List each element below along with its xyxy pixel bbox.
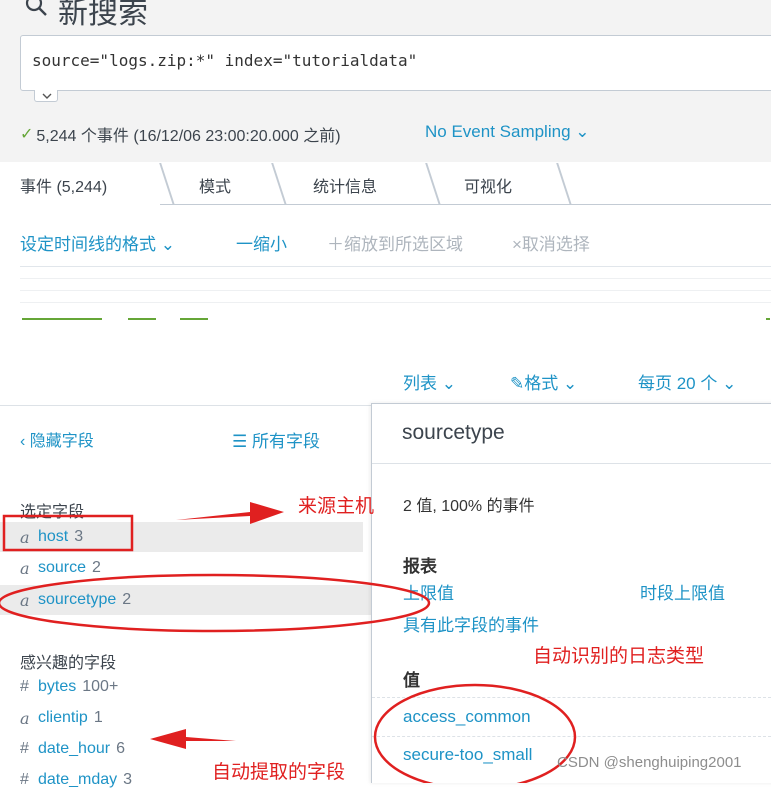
annotation-ellipse (0, 573, 431, 633)
watermark: CSDN @shenghuiping2001 (557, 754, 742, 771)
annotation-source-host: 来源主机 (298, 496, 375, 517)
annotation-log-type: 自动识别的日志类型 (533, 646, 705, 667)
annotation-ellipse (373, 683, 577, 783)
annotation-arrow (150, 729, 236, 749)
annotation-auto-extracted: 自动提取的字段 (212, 762, 346, 783)
annotation-box (2, 514, 134, 552)
annotation-arrow (176, 502, 284, 524)
